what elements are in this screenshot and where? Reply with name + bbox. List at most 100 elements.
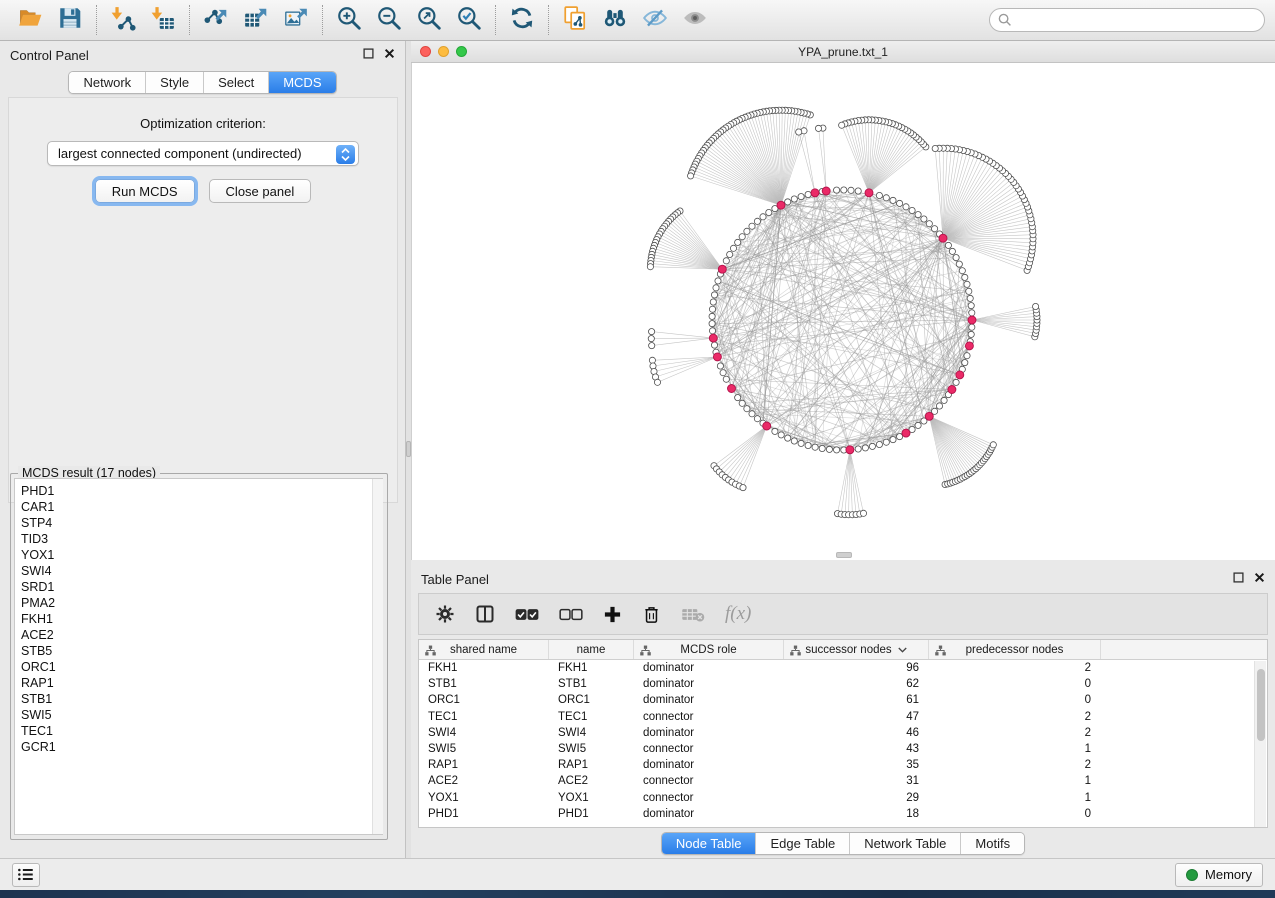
network-node[interactable] (869, 443, 875, 449)
column-header-successor-nodes[interactable]: successor nodes (784, 640, 929, 659)
network-node[interactable] (855, 446, 861, 452)
network-node[interactable] (709, 321, 715, 327)
cell-predecessor-nodes[interactable]: 1 (929, 792, 1101, 804)
network-node[interactable] (964, 353, 970, 359)
cell-name[interactable]: FKH1 (549, 662, 634, 674)
cell-MCDS-role[interactable]: connector (634, 792, 784, 804)
mcds-list-scrollbar[interactable] (372, 479, 383, 834)
toggle-column-view-button[interactable] (475, 604, 495, 624)
network-node[interactable] (754, 416, 760, 422)
close-panel-icon[interactable] (384, 46, 395, 64)
network-node[interactable] (964, 281, 970, 287)
cell-successor-nodes[interactable]: 31 (784, 775, 929, 787)
network-node[interactable] (903, 204, 909, 210)
network-leaf-node[interactable] (839, 122, 845, 128)
table-row[interactable]: ORC1ORC1dominator610 (419, 692, 1267, 708)
network-node[interactable] (909, 207, 915, 213)
network-node[interactable] (812, 444, 818, 450)
mcds-dominator-node[interactable] (965, 342, 973, 350)
network-node[interactable] (766, 209, 772, 215)
cell-name[interactable]: SWI5 (549, 743, 634, 755)
table-row[interactable]: ACE2ACE2connector311 (419, 773, 1267, 789)
network-node[interactable] (883, 195, 889, 201)
network-leaf-node[interactable] (649, 343, 655, 349)
network-node[interactable] (749, 411, 755, 417)
mcds-dominator-node[interactable] (902, 429, 910, 437)
network-leaf-node[interactable] (860, 510, 866, 516)
network-node[interactable] (915, 422, 921, 428)
network-leaf-node[interactable] (1033, 303, 1039, 309)
network-node[interactable] (710, 299, 716, 305)
cell-successor-nodes[interactable]: 35 (784, 759, 929, 771)
network-node[interactable] (717, 363, 723, 369)
network-node[interactable] (968, 331, 974, 337)
run-mcds-button[interactable]: Run MCDS (95, 179, 195, 203)
network-node[interactable] (760, 214, 766, 220)
network-node[interactable] (841, 187, 847, 193)
network-leaf-node[interactable] (740, 485, 746, 491)
table-row[interactable]: SWI4SWI4dominator462 (419, 725, 1267, 741)
network-node[interactable] (862, 445, 868, 451)
network-node[interactable] (805, 442, 811, 448)
network-node[interactable] (945, 242, 951, 248)
network-canvas[interactable] (411, 63, 1275, 560)
cell-shared-name[interactable]: ORC1 (419, 694, 549, 706)
network-leaf-node[interactable] (647, 264, 653, 270)
mcds-result-item[interactable]: TID3 (21, 531, 382, 547)
cell-successor-nodes[interactable]: 47 (784, 711, 929, 723)
tab-select[interactable]: Select (204, 72, 269, 93)
network-node[interactable] (791, 196, 797, 202)
network-node[interactable] (848, 187, 854, 193)
network-node[interactable] (855, 188, 861, 194)
table-scrollbar-thumb[interactable] (1257, 669, 1265, 741)
network-node[interactable] (819, 445, 825, 451)
mcds-dominator-node[interactable] (956, 371, 964, 379)
cell-predecessor-nodes[interactable]: 0 (929, 808, 1101, 820)
cell-successor-nodes[interactable]: 46 (784, 727, 929, 739)
network-leaf-node[interactable] (688, 173, 694, 179)
cell-name[interactable]: ORC1 (549, 694, 634, 706)
column-header-name[interactable]: name (549, 640, 634, 659)
network-node[interactable] (962, 274, 968, 280)
network-leaf-node[interactable] (815, 125, 821, 131)
network-node[interactable] (936, 403, 942, 409)
cell-name[interactable]: STB1 (549, 678, 634, 690)
cell-predecessor-nodes[interactable]: 1 (929, 743, 1101, 755)
network-node[interactable] (834, 447, 840, 453)
cell-MCDS-role[interactable]: dominator (634, 727, 784, 739)
mcds-result-item[interactable]: PMA2 (21, 595, 382, 611)
search-input[interactable] (989, 8, 1265, 32)
cell-shared-name[interactable]: PHD1 (419, 808, 549, 820)
cell-shared-name[interactable]: FKH1 (419, 662, 549, 674)
float-panel-icon[interactable] (1233, 570, 1244, 588)
network-leaf-node[interactable] (990, 442, 996, 448)
network-node[interactable] (727, 251, 733, 257)
mcds-result-list[interactable]: PHD1CAR1STP4TID3YOX1SWI4SRD1PMA2FKH1ACE2… (14, 478, 383, 835)
import-table-button[interactable] (143, 3, 183, 37)
network-node[interactable] (744, 406, 750, 412)
cell-successor-nodes[interactable]: 18 (784, 808, 929, 820)
network-node[interactable] (754, 218, 760, 224)
network-node[interactable] (744, 228, 750, 234)
network-node[interactable] (805, 191, 811, 197)
cell-shared-name[interactable]: YOX1 (419, 792, 549, 804)
network-node[interactable] (791, 438, 797, 444)
network-node[interactable] (720, 370, 726, 376)
network-leaf-node[interactable] (649, 329, 655, 335)
mcds-result-item[interactable]: ACE2 (21, 627, 382, 643)
network-node[interactable] (876, 192, 882, 198)
refresh-button[interactable] (502, 3, 542, 37)
cell-name[interactable]: PHD1 (549, 808, 634, 820)
network-node[interactable] (967, 295, 973, 301)
mcds-dominator-node[interactable] (709, 334, 717, 342)
network-node[interactable] (949, 248, 955, 254)
cell-name[interactable]: RAP1 (549, 759, 634, 771)
column-header-predecessor-nodes[interactable]: predecessor nodes (929, 640, 1101, 659)
tab-style[interactable]: Style (146, 72, 204, 93)
cell-predecessor-nodes[interactable]: 2 (929, 662, 1101, 674)
mcds-dominator-node[interactable] (846, 446, 854, 454)
neighbors-button[interactable] (595, 3, 635, 37)
cell-MCDS-role[interactable]: connector (634, 775, 784, 787)
table-row[interactable]: PHD1PHD1dominator180 (419, 806, 1267, 822)
tab-motifs[interactable]: Motifs (961, 833, 1024, 854)
